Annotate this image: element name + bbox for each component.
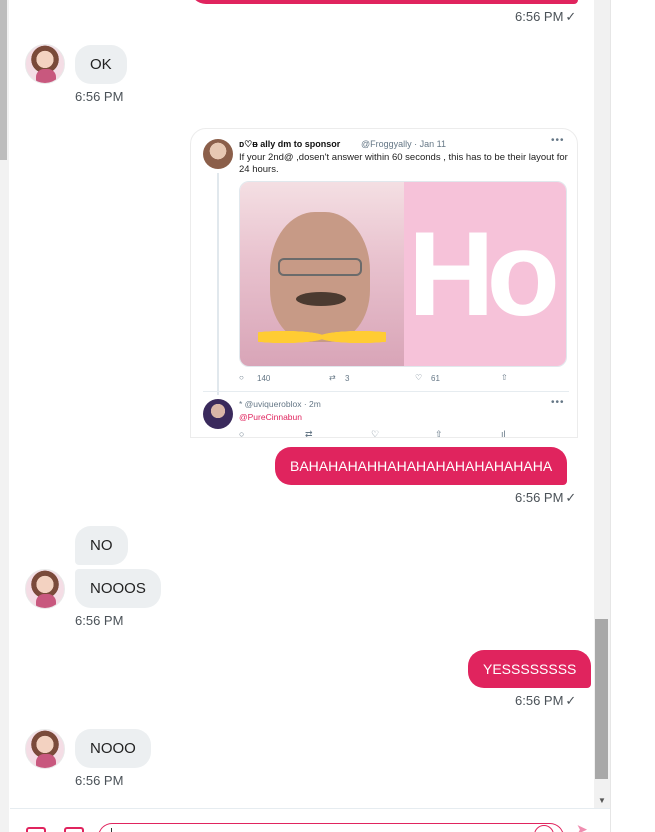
message-timestamp: 6:56 PM	[75, 773, 124, 788]
avatar[interactable]	[25, 569, 65, 609]
media-icon[interactable]	[26, 827, 46, 832]
retweet-icon: ⇄	[305, 429, 313, 438]
tweet-author-avatar	[203, 139, 233, 169]
reply-icon: ○	[239, 429, 245, 438]
message-timestamp: 6:56 PM	[75, 613, 124, 628]
message-incoming[interactable]: NOOO	[75, 729, 151, 768]
tweet-author-name: ᴅ♡ᴃ ally dm to sponsor	[239, 139, 341, 149]
more-icon: •••	[551, 135, 565, 146]
reply-handle: * @uviqueroblox · 2m	[239, 399, 321, 409]
message-outgoing[interactable]: BAHAHAHAHHAHAHAHAHAHAHAHAHA	[275, 447, 568, 485]
like-count: 61	[431, 374, 440, 383]
avatar[interactable]	[25, 729, 65, 769]
reply-icon: ○	[239, 373, 244, 382]
thread-line	[217, 173, 219, 395]
left-pane-scrollbar[interactable]	[0, 0, 9, 832]
message-timestamp: 6:56 PM ✓	[515, 693, 577, 708]
gif-icon[interactable]	[64, 827, 84, 832]
conversation-view: 6:56 PM ✓ OK 6:56 PM ᴅ♡ᴃ ally dm to spons…	[10, 0, 594, 808]
tweet-author-handle: @Froggyally · Jan 11	[361, 139, 447, 149]
reply-mention: @PureCinnabun	[239, 412, 302, 422]
message-input[interactable]	[98, 823, 564, 832]
message-composer: ➤	[10, 808, 610, 832]
divider	[203, 391, 569, 392]
scrollbar-thumb[interactable]	[595, 619, 608, 779]
analytics-icon: ıl	[501, 429, 506, 438]
scroll-down-icon[interactable]: ▼	[598, 796, 606, 805]
message-incoming[interactable]: NO	[75, 526, 128, 565]
reply-avatar	[203, 399, 233, 429]
tweet-text: If your 2nd@ ,dosen't answer within 60 s…	[239, 152, 568, 175]
reply-count: 140	[257, 374, 271, 383]
dm-page: 6:56 PM ✓ OK 6:56 PM ᴅ♡ᴃ ally dm to spons…	[0, 0, 655, 832]
pointing-hands-emoji	[258, 322, 386, 352]
meme-glasses	[278, 258, 362, 276]
retweet-count: 3	[345, 374, 350, 383]
message-outgoing[interactable]: YESSSSSSSS	[468, 650, 592, 688]
message-incoming[interactable]: NOOOS	[75, 569, 161, 608]
send-icon[interactable]: ➤	[576, 821, 588, 832]
message-incoming[interactable]: OK	[75, 45, 127, 84]
text-caret	[111, 828, 112, 832]
conversation-scrollbar[interactable]: ▼	[594, 0, 610, 808]
share-icon: ⇧	[435, 429, 443, 438]
message-timestamp: 6:56 PM ✓	[515, 490, 577, 505]
retweet-icon: ⇄	[329, 373, 336, 382]
message-timestamp: 6:56 PM	[75, 89, 124, 104]
message-outgoing-partial[interactable]	[190, 0, 578, 4]
like-icon: ♡	[415, 373, 423, 382]
sent-check-icon: ✓	[565, 9, 577, 24]
share-icon: ⇧	[501, 373, 508, 382]
right-pane	[610, 0, 655, 832]
more-icon: •••	[551, 397, 565, 408]
meme-big-text: Ho	[408, 207, 560, 341]
shared-tweet-image[interactable]: ᴅ♡ᴃ ally dm to sponsor @Froggyally · Jan…	[190, 128, 578, 438]
meme-mustache	[296, 292, 346, 306]
message-timestamp: 6:56 PM ✓	[515, 9, 577, 24]
avatar[interactable]	[25, 44, 65, 84]
sent-check-icon: ✓	[565, 693, 577, 708]
tweet-media: Ho	[239, 181, 567, 367]
left-scrollbar-thumb[interactable]	[0, 0, 7, 160]
like-icon: ♡	[371, 429, 380, 438]
sent-check-icon: ✓	[565, 490, 577, 505]
